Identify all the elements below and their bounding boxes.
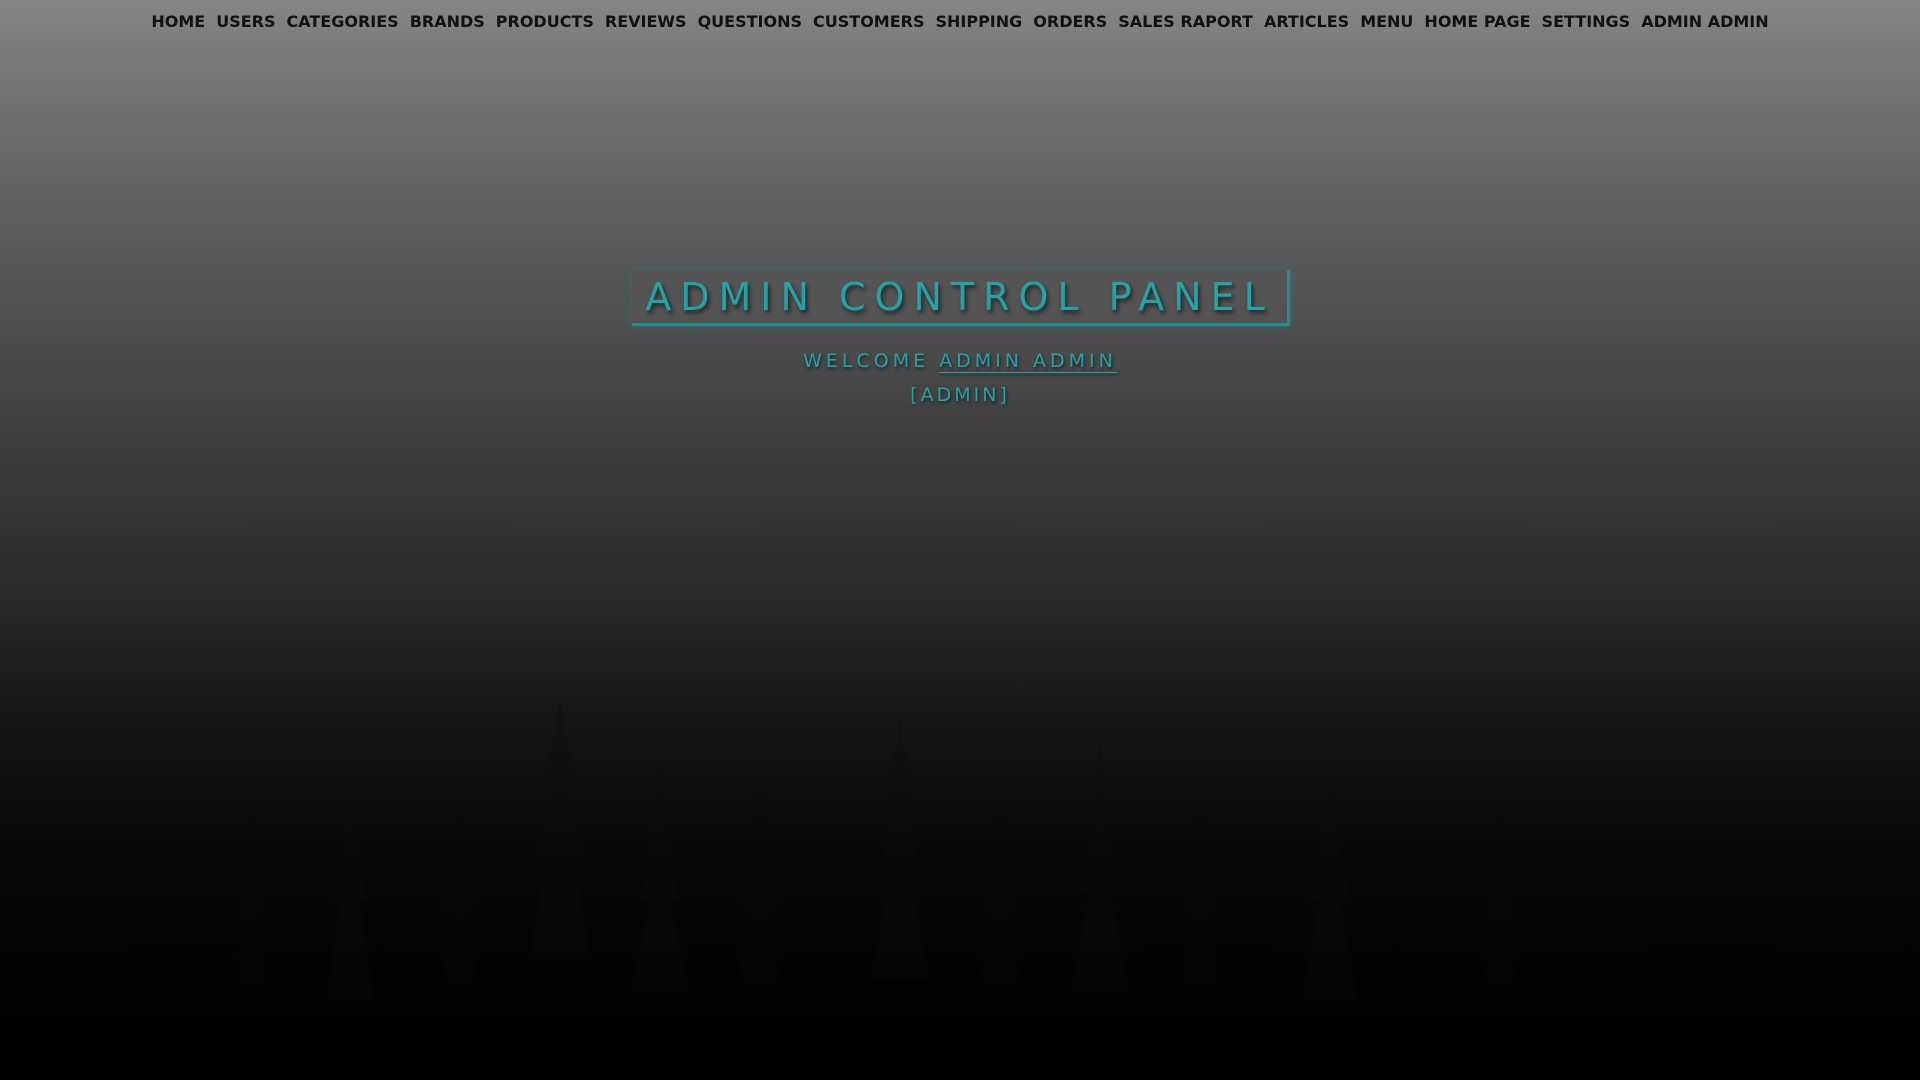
page-title: ADMIN CONTROL PANEL xyxy=(645,274,1274,319)
nav-reviews[interactable]: REVIEWS xyxy=(599,12,692,31)
forest-background-image xyxy=(0,600,1920,1080)
nav-questions[interactable]: QUESTIONS xyxy=(692,12,807,31)
nav-customers[interactable]: CUSTOMERS xyxy=(808,12,930,31)
nav-user-account[interactable]: ADMIN ADMIN xyxy=(1636,12,1774,31)
nav-sales-raport[interactable]: SALES RAPORT xyxy=(1113,12,1259,31)
welcome-message: WELCOME ADMIN ADMIN xyxy=(0,350,1920,372)
top-navigation-bar: HOME USERS CATEGORIES BRANDS PRODUCTS RE… xyxy=(0,0,1920,42)
nav-home[interactable]: HOME xyxy=(146,12,211,31)
nav-categories[interactable]: CATEGORIES xyxy=(281,12,404,31)
welcome-user-link[interactable]: ADMIN ADMIN xyxy=(939,350,1117,372)
nav-shipping[interactable]: SHIPPING xyxy=(930,12,1028,31)
nav-settings[interactable]: SETTINGS xyxy=(1536,12,1636,31)
nav-products[interactable]: PRODUCTS xyxy=(490,12,599,31)
page-title-box: ADMIN CONTROL PANEL xyxy=(632,270,1290,326)
nav-brands[interactable]: BRANDS xyxy=(404,12,490,31)
nav-articles[interactable]: ARTICLES xyxy=(1258,12,1354,31)
nav-home-page[interactable]: HOME PAGE xyxy=(1419,12,1536,31)
nav-menu[interactable]: MENU xyxy=(1355,12,1419,31)
nav-orders[interactable]: ORDERS xyxy=(1028,12,1113,31)
welcome-prefix: WELCOME xyxy=(803,350,930,372)
user-role-label: [ADMIN] xyxy=(910,384,1010,406)
nav-users[interactable]: USERS xyxy=(211,12,281,31)
